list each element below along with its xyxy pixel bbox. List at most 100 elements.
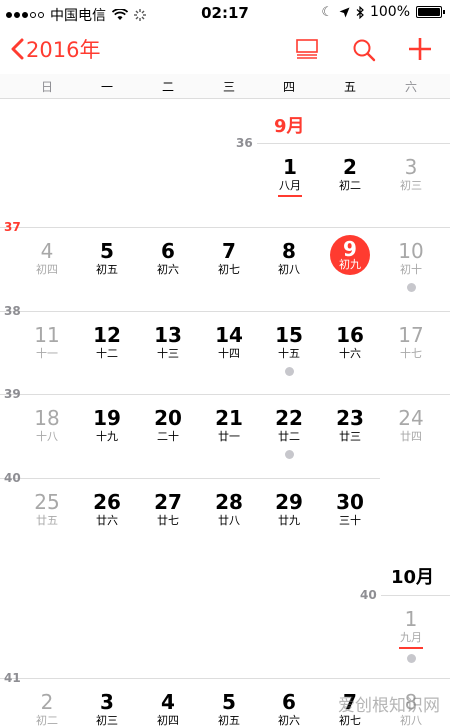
lunar-date: 廿九 — [278, 514, 300, 527]
day-cell-sep-12[interactable]: 12 十二 — [77, 323, 137, 361]
day-number: 22 — [275, 406, 303, 430]
day-number: 24 — [398, 406, 424, 430]
day-cell-sep-9-today[interactable]: 9 初九 — [320, 235, 380, 275]
day-cell-oct-5[interactable]: 5 初五 — [199, 690, 259, 728]
week-number: 40 — [360, 588, 377, 602]
day-number: 25 — [34, 490, 60, 514]
lunar-date: 廿七 — [157, 514, 179, 527]
lunar-date: 初五 — [218, 714, 240, 727]
day-cell-sep-27[interactable]: 27 廿七 — [138, 490, 198, 528]
lunar-date: 十九 — [96, 430, 118, 443]
day-cell-sep-30[interactable]: 30 三十 — [320, 490, 380, 528]
day-cell-sep-8[interactable]: 8 初八 — [259, 239, 319, 277]
month-start-underline — [399, 647, 423, 649]
day-cell-sep-28[interactable]: 28 廿八 — [199, 490, 259, 528]
weekday-sun: 日 — [40, 80, 53, 94]
week-separator — [0, 678, 450, 679]
day-cell-sep-6[interactable]: 6 初六 — [138, 239, 198, 277]
day-cell-oct-6[interactable]: 6 初六 — [259, 690, 319, 728]
list-view-icon[interactable] — [296, 39, 318, 59]
day-number: 16 — [336, 323, 364, 347]
day-cell-sep-24[interactable]: 24 廿四 — [381, 406, 441, 444]
day-cell-sep-14[interactable]: 14 十四 — [199, 323, 259, 361]
nav-bar: 2016年 — [0, 26, 450, 72]
day-cell-sep-1[interactable]: 1 八月 — [260, 155, 320, 197]
day-number: 30 — [336, 490, 364, 514]
day-number: 6 — [282, 690, 296, 714]
month-label-oct[interactable]: 10月 — [391, 563, 434, 589]
day-cell-sep-11[interactable]: 11 十一 — [17, 323, 77, 361]
day-cell-oct-2[interactable]: 2 初二 — [17, 690, 77, 728]
day-cell-sep-13[interactable]: 13 十三 — [138, 323, 198, 361]
lunar-date: 十五 — [278, 347, 300, 360]
lunar-date: 廿二 — [278, 430, 300, 443]
month-start-underline — [278, 195, 302, 197]
day-number: 5 — [100, 239, 114, 263]
lunar-date: 初四 — [36, 263, 58, 276]
day-cell-sep-4[interactable]: 4 初四 — [17, 239, 77, 277]
day-number: 4 — [40, 239, 54, 263]
month-label-sep[interactable]: 9月 — [274, 112, 305, 138]
day-cell-oct-4[interactable]: 4 初四 — [138, 690, 198, 728]
day-number: 20 — [154, 406, 182, 430]
lunar-date: 初七 — [339, 714, 361, 727]
day-cell-sep-23[interactable]: 23 廿三 — [320, 406, 380, 444]
lunar-date: 初二 — [36, 714, 58, 727]
day-cell-sep-7[interactable]: 7 初七 — [199, 239, 259, 277]
lunar-date: 初二 — [339, 179, 361, 192]
day-cell-sep-17[interactable]: 17 十七 — [381, 323, 441, 361]
day-cell-oct-1[interactable]: 1 九月 — [381, 607, 441, 663]
day-cell-sep-3[interactable]: 3 初三 — [381, 155, 441, 193]
lunar-date: 十七 — [400, 347, 422, 360]
day-cell-sep-18[interactable]: 18 十八 — [17, 406, 77, 444]
week-separator — [381, 595, 450, 596]
day-cell-sep-20[interactable]: 20 二十 — [138, 406, 198, 444]
lunar-date: 初八 — [400, 714, 422, 727]
weekday-thu: 四 — [282, 80, 295, 94]
day-cell-sep-26[interactable]: 26 廿六 — [77, 490, 137, 528]
day-number: 27 — [154, 490, 182, 514]
day-number: 11 — [34, 323, 60, 347]
week-separator — [0, 478, 380, 479]
day-number: 3 — [404, 155, 418, 179]
week-number: 41 — [4, 671, 21, 685]
day-cell-sep-29[interactable]: 29 廿九 — [259, 490, 319, 528]
day-cell-sep-25[interactable]: 25 廿五 — [17, 490, 77, 528]
day-cell-sep-10[interactable]: 10 初十 — [381, 239, 441, 292]
day-number: 9 — [343, 237, 357, 261]
lunar-date: 二十 — [157, 430, 179, 443]
day-cell-sep-22[interactable]: 22 廿二 — [259, 406, 319, 459]
back-button[interactable]: 2016年 — [10, 34, 100, 64]
lunar-date: 廿一 — [218, 430, 240, 443]
day-number: 18 — [34, 406, 60, 430]
lunar-date: 初六 — [157, 263, 179, 276]
day-number: 7 — [222, 239, 236, 263]
lunar-date: 初十 — [400, 263, 422, 276]
location-arrow-icon — [339, 7, 350, 17]
day-number: 2 — [40, 690, 54, 714]
day-cell-sep-2[interactable]: 2 初二 — [320, 155, 380, 193]
day-cell-oct-3[interactable]: 3 初三 — [77, 690, 137, 728]
lunar-date: 九月 — [400, 631, 422, 644]
lunar-date: 三十 — [339, 514, 361, 527]
lunar-date: 廿四 — [400, 430, 422, 443]
lunar-date: 初五 — [96, 263, 118, 276]
weekday-mon: 一 — [100, 80, 113, 94]
lunar-date: 廿六 — [96, 514, 118, 527]
add-event-icon[interactable] — [408, 37, 432, 61]
lunar-date: 八月 — [279, 179, 301, 192]
lunar-date: 廿八 — [218, 514, 240, 527]
bluetooth-icon — [356, 5, 364, 19]
day-cell-sep-5[interactable]: 5 初五 — [77, 239, 137, 277]
lunar-date: 初六 — [278, 714, 300, 727]
day-number: 1 — [283, 155, 297, 179]
week-number: 36 — [236, 136, 253, 150]
search-icon[interactable] — [352, 38, 376, 62]
day-cell-sep-16[interactable]: 16 十六 — [320, 323, 380, 361]
day-cell-sep-15[interactable]: 15 十五 — [259, 323, 319, 376]
day-cell-sep-21[interactable]: 21 廿一 — [199, 406, 259, 444]
chevron-left-icon — [11, 38, 24, 60]
weekday-tue: 二 — [161, 80, 174, 94]
day-number: 2 — [343, 155, 357, 179]
day-cell-sep-19[interactable]: 19 十九 — [77, 406, 137, 444]
